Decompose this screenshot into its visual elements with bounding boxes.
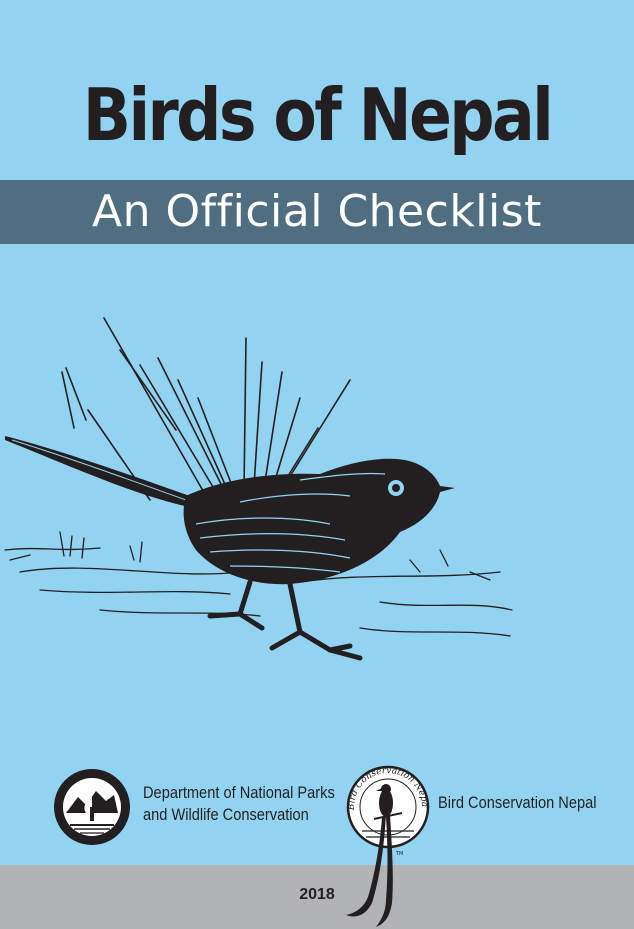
dnpwc-name: Department of National Parks and Wildlif…	[143, 782, 335, 826]
dnpwc-name-line1: Department of National Parks	[143, 783, 335, 802]
bcn-name: Bird Conservation Nepal	[438, 793, 597, 812]
bird-sketch-icon	[4, 317, 513, 661]
publication-year: 2018	[299, 886, 335, 903]
dnpwc-seal-icon	[54, 769, 130, 845]
book-cover: Birds of Nepal An Official Checklist Dep…	[0, 0, 634, 929]
bcn-seal-icon: Bird Conservation Nepal TM	[336, 757, 430, 927]
subtitle-band: An Official Checklist	[0, 180, 634, 244]
book-subtitle: An Official Checklist	[92, 186, 542, 237]
svg-text:TM: TM	[395, 851, 403, 857]
footer-band: 2018	[0, 865, 634, 929]
dnpwc-name-line2: and Wildlife Conservation	[143, 805, 309, 824]
book-title: Birds of Nepal	[82, 73, 554, 157]
